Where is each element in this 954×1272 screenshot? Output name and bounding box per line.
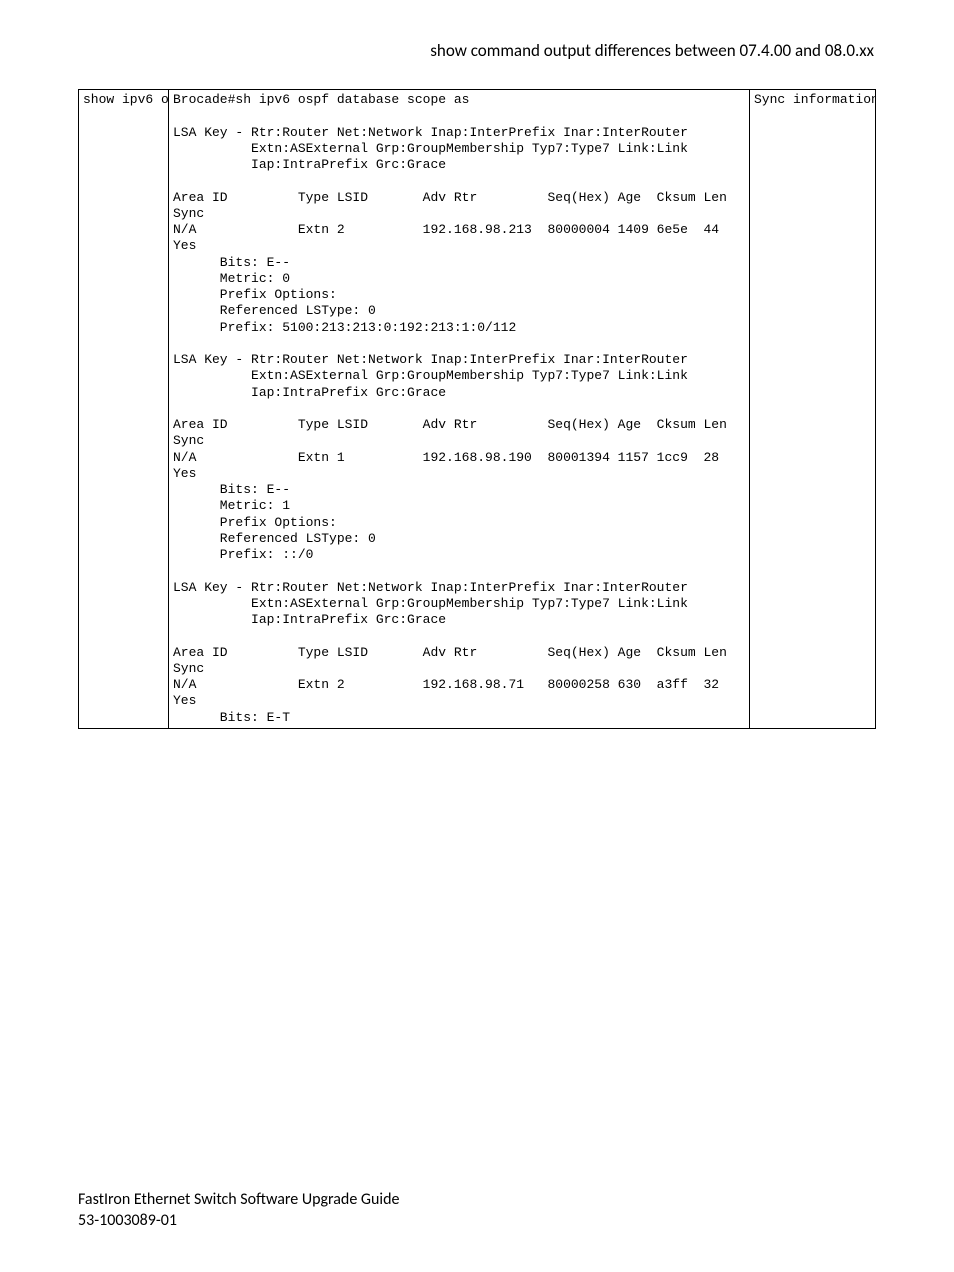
command-cell: show ipv6 ospf database scope as bbox=[79, 90, 169, 729]
page-footer: FastIron Ethernet Switch Software Upgrad… bbox=[78, 1189, 876, 1232]
output-cell: Brocade#sh ipv6 ospf database scope as L… bbox=[169, 90, 750, 729]
note-cell: Sync information is added. bbox=[750, 90, 876, 729]
page: show command output differences between … bbox=[0, 0, 954, 1272]
page-title: show command output differences between … bbox=[78, 40, 876, 61]
footer-title: FastIron Ethernet Switch Software Upgrad… bbox=[78, 1189, 876, 1211]
footer-docnum: 53-1003089-01 bbox=[78, 1210, 876, 1232]
table-row: show ipv6 ospf database scope as Brocade… bbox=[79, 90, 876, 729]
diff-table: show ipv6 ospf database scope as Brocade… bbox=[78, 89, 876, 729]
